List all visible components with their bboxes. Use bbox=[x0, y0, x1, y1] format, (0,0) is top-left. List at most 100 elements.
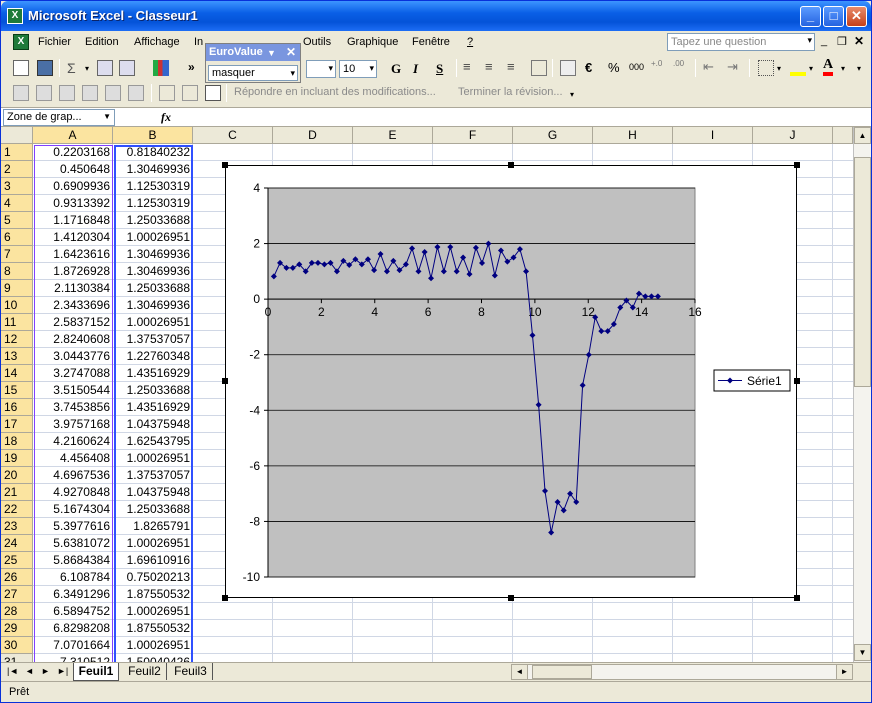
document-icon[interactable]: X bbox=[13, 34, 29, 50]
align-center-icon[interactable]: ≡ bbox=[485, 60, 501, 76]
chart-resize-handle[interactable] bbox=[794, 162, 800, 168]
scroll-down-arrow[interactable]: ▼ bbox=[854, 644, 871, 661]
horizontal-scrollbar[interactable]: ◄ ► bbox=[511, 664, 853, 680]
chevron-down-icon[interactable]: ▾ bbox=[841, 64, 845, 73]
filter-icon[interactable] bbox=[119, 60, 135, 76]
chart-resize-handle[interactable] bbox=[222, 162, 228, 168]
sort-icon[interactable] bbox=[97, 60, 113, 76]
font-size-select[interactable]: 10 ▾ bbox=[339, 60, 377, 78]
align-left-icon[interactable]: ≡ bbox=[463, 60, 479, 76]
first-sheet-arrow[interactable]: |◄ bbox=[7, 666, 18, 676]
row-header[interactable]: 17 bbox=[1, 416, 33, 433]
sheet-tab-feuil1[interactable]: Feuil1 bbox=[73, 663, 119, 681]
formula-input[interactable] bbox=[179, 108, 869, 126]
thousands-button[interactable]: 000 bbox=[629, 62, 644, 72]
chart-resize-handle[interactable] bbox=[222, 378, 228, 384]
menu-affichage[interactable]: Affichage bbox=[134, 36, 180, 48]
row-header[interactable]: 19 bbox=[1, 450, 33, 467]
column-header-a[interactable]: A bbox=[33, 127, 113, 144]
select-all-corner[interactable] bbox=[1, 127, 33, 144]
track-changes-icon[interactable] bbox=[159, 85, 175, 101]
menu-fenetre[interactable]: Fenêtre bbox=[412, 36, 450, 48]
row-header[interactable]: 23 bbox=[1, 518, 33, 535]
mail-icon[interactable] bbox=[205, 85, 221, 101]
row-header[interactable]: 8 bbox=[1, 263, 33, 280]
sheet-tab-feuil2[interactable]: Feuil2 bbox=[123, 663, 167, 680]
fill-color-icon[interactable] bbox=[790, 60, 806, 76]
column-header-g[interactable]: G bbox=[513, 127, 593, 144]
save-icon[interactable] bbox=[37, 60, 53, 76]
column-header-f[interactable]: F bbox=[433, 127, 513, 144]
row-header[interactable]: 5 bbox=[1, 212, 33, 229]
font-color-icon[interactable]: A bbox=[823, 58, 834, 76]
row-header[interactable]: 31 bbox=[1, 654, 33, 662]
close-button[interactable]: ✕ bbox=[846, 6, 867, 27]
eurovalue-select[interactable]: masquer ▾ bbox=[208, 65, 298, 81]
row-header[interactable]: 16 bbox=[1, 399, 33, 416]
increase-indent-icon[interactable]: ⇥ bbox=[727, 60, 743, 76]
row-header[interactable]: 25 bbox=[1, 552, 33, 569]
row-header[interactable]: 26 bbox=[1, 569, 33, 586]
bold-button[interactable]: G bbox=[391, 61, 401, 77]
vertical-scrollbar[interactable]: ▲ ▼ bbox=[853, 127, 871, 662]
chevron-down-icon[interactable]: ▾ bbox=[809, 64, 813, 73]
chevron-down-icon[interactable]: ▾ bbox=[85, 64, 89, 73]
sheet-tab-feuil3[interactable]: Feuil3 bbox=[169, 663, 213, 680]
fx-icon[interactable]: fx bbox=[161, 110, 171, 125]
ask-question-box[interactable]: Tapez une question ▾ bbox=[667, 33, 815, 51]
menu-graphique[interactable]: Graphique bbox=[347, 36, 398, 48]
row-header[interactable]: 3 bbox=[1, 178, 33, 195]
row-header[interactable]: 18 bbox=[1, 433, 33, 450]
row-header[interactable]: 22 bbox=[1, 501, 33, 518]
decrease-decimal-icon[interactable]: .00 bbox=[673, 60, 689, 76]
menu-fichier[interactable]: Fichier bbox=[38, 36, 71, 48]
scroll-thumb[interactable] bbox=[532, 665, 592, 679]
row-header[interactable]: 13 bbox=[1, 348, 33, 365]
scroll-thumb[interactable] bbox=[854, 157, 871, 387]
column-header-e[interactable]: E bbox=[353, 127, 433, 144]
comment-icon[interactable] bbox=[36, 85, 52, 101]
row-header[interactable]: 2 bbox=[1, 161, 33, 178]
merge-center-icon[interactable] bbox=[531, 60, 547, 76]
menu-help[interactable]: ? bbox=[467, 36, 473, 48]
title-bar[interactable]: X Microsoft Excel - Classeur1 _ □ ✕ bbox=[1, 1, 871, 31]
comment-icon[interactable] bbox=[105, 85, 121, 101]
chevron-down-icon[interactable]: ▾ bbox=[570, 90, 574, 99]
scroll-up-arrow[interactable]: ▲ bbox=[854, 127, 871, 144]
italic-button[interactable]: I bbox=[413, 61, 418, 77]
underline-button[interactable]: S bbox=[436, 61, 443, 77]
row-header[interactable]: 20 bbox=[1, 467, 33, 484]
column-header-c[interactable]: C bbox=[193, 127, 273, 144]
comment-icon[interactable] bbox=[59, 85, 75, 101]
end-review-button[interactable]: Terminer la révision... bbox=[458, 86, 563, 98]
euro-button[interactable]: € bbox=[585, 60, 592, 75]
row-header[interactable]: 28 bbox=[1, 603, 33, 620]
menu-insertion[interactable]: In bbox=[194, 36, 203, 48]
row-header[interactable]: 4 bbox=[1, 195, 33, 212]
align-right-icon[interactable]: ≡ bbox=[507, 60, 523, 76]
chart-svg[interactable]: 420-2-4-6-8-100 2 4 6 8 10 12 14 16Série1 bbox=[226, 166, 798, 599]
minimize-button[interactable]: _ bbox=[800, 6, 821, 27]
row-header[interactable]: 29 bbox=[1, 620, 33, 637]
doc-close-icon[interactable]: ✕ bbox=[854, 34, 864, 48]
prev-sheet-arrow[interactable]: ◄ bbox=[25, 666, 34, 676]
row-header[interactable]: 27 bbox=[1, 586, 33, 603]
row-header[interactable]: 30 bbox=[1, 637, 33, 654]
row-header[interactable]: 21 bbox=[1, 484, 33, 501]
menu-outils[interactable]: Outils bbox=[303, 36, 331, 48]
name-box[interactable]: Zone de grap... ▼ bbox=[3, 109, 115, 126]
row-header[interactable]: 24 bbox=[1, 535, 33, 552]
row-header[interactable]: 6 bbox=[1, 229, 33, 246]
comment-icon[interactable] bbox=[128, 85, 144, 101]
row-header[interactable]: 12 bbox=[1, 331, 33, 348]
plot-area[interactable] bbox=[267, 187, 696, 578]
chevron-down-icon[interactable]: ▾ bbox=[290, 66, 295, 80]
row-header[interactable]: 14 bbox=[1, 365, 33, 382]
chart-resize-handle[interactable] bbox=[508, 595, 514, 601]
chart-resize-handle[interactable] bbox=[508, 162, 514, 168]
chart-wizard-icon[interactable] bbox=[153, 60, 169, 76]
font-name-select[interactable]: ▾ bbox=[306, 60, 336, 78]
eurovalue-titlebar[interactable]: EuroValue ▼ ✕ bbox=[206, 44, 300, 61]
toolbar-options-icon[interactable]: ▾ bbox=[857, 64, 861, 73]
column-header-d[interactable]: D bbox=[273, 127, 353, 144]
